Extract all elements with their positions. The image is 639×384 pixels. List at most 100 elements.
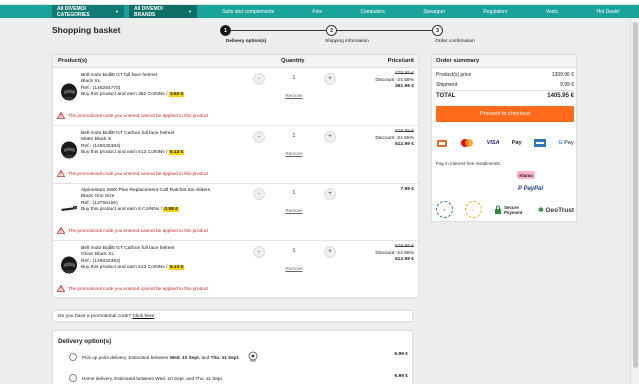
- proceed-to-checkout-button[interactable]: Proceed to checkout: [436, 106, 574, 122]
- price-block: 679.95 € Discount -24.55% 512.99 €: [375, 244, 414, 264]
- delivery-option-pickup[interactable]: Pick up point delivery. Estimated betwee…: [69, 351, 409, 363]
- final-price: 512.99 €: [394, 142, 414, 148]
- warning-icon: [57, 285, 65, 292]
- promo-warning-text: The promotional code you entered cannot …: [68, 228, 209, 233]
- decrease-quantity-button[interactable]: -: [253, 246, 265, 258]
- header-price: Price/unit: [387, 58, 414, 64]
- trust-badges: ★ ✓ Secure Payment ✱ GeoTrust: [436, 201, 574, 218]
- paypal-label: PayPal: [523, 186, 544, 192]
- nav-link[interactable]: Regulators: [483, 9, 507, 15]
- summary-divider: [436, 90, 574, 91]
- promo-warning: The promotional code you entered cannot …: [57, 227, 208, 234]
- step-connector: [231, 30, 326, 31]
- summary-total-label: TOTAL: [436, 93, 456, 99]
- warning-icon: [57, 112, 65, 119]
- nav-link[interactable]: Speargun: [423, 9, 445, 15]
- summary-shipping-label: Shipment: [436, 82, 458, 88]
- decrease-quantity-button[interactable]: -: [253, 188, 265, 200]
- product-image[interactable]: [60, 82, 78, 102]
- paysafecard-icon: [436, 138, 448, 148]
- quantity-value[interactable]: 1: [284, 75, 304, 81]
- promo-warning: The promotional code you entered cannot …: [57, 170, 208, 177]
- step-connector: [337, 30, 432, 31]
- coin-value-badge: 0.08 €: [163, 207, 179, 213]
- step-1-label: Delivery option(s): [225, 39, 267, 44]
- mastercard-icon: [460, 138, 474, 148]
- coinns-reward: Buy this product and earn 513 CoINNs / 5…: [81, 150, 185, 156]
- basket-header: Product(s) Quantity Price/unit: [53, 55, 418, 68]
- delivery-title: Delivery option(s): [58, 338, 112, 345]
- trust-badge-icon: ★: [436, 201, 453, 218]
- scrollbar-thumb[interactable]: [633, 22, 638, 368]
- page-scrollbar[interactable]: [630, 18, 639, 384]
- promo-warning: The promotional code you entered cannot …: [57, 112, 208, 119]
- nav-link[interactable]: Computers: [360, 9, 384, 15]
- remove-link[interactable]: Remove: [279, 151, 309, 156]
- promo-click-here-link[interactable]: Click here: [133, 314, 155, 319]
- delivery-option-text: Pick up point delivery. Estimated betwee…: [82, 354, 240, 360]
- basket-table: Product(s) Quantity Price/unit Bell moto…: [52, 54, 419, 298]
- trust-seal-icon: ✓: [465, 201, 483, 218]
- delivery-option-text: Home delivery. Estimated between Wed. 10…: [82, 375, 224, 381]
- all-brands-menu[interactable]: All DIVEMOI BRANDS ▼: [129, 5, 197, 18]
- promo-warning-text: The promotional code you entered cannot …: [68, 171, 209, 176]
- step-3-label: Order confirmation: [435, 39, 475, 44]
- old-price: 479.95 €: [394, 71, 414, 76]
- header-products: Product(s): [58, 58, 87, 64]
- increase-quantity-button[interactable]: +: [324, 131, 336, 143]
- basket-item: Alpinestars SMX Plus Replacement Calf Ra…: [53, 184, 418, 241]
- product-image[interactable]: [60, 197, 78, 217]
- price-block: 479.95 € Discount -24.58% 361.99 €: [375, 71, 414, 91]
- product-info: Alpinestars SMX Plus Replacement Calf Ra…: [81, 188, 210, 214]
- visa-icon: VISA: [486, 140, 500, 146]
- all-categories-menu[interactable]: All DIVEMOI CATEGORIES ▼: [52, 5, 124, 18]
- all-brands-label: All DIVEMOI BRANDS: [134, 5, 163, 18]
- price-block: 679.95 € Discount -24.55% 512.99 €: [375, 129, 414, 149]
- coinns-reward: Buy this product and earn 513 CoINNs / 5…: [81, 265, 185, 271]
- promo-warning: The promotional code you entered cannot …: [57, 285, 208, 292]
- step-2-circle: 2: [326, 25, 337, 36]
- decrease-quantity-button[interactable]: -: [253, 73, 265, 85]
- nav-links: Suits and complements Fins Computers Spe…: [197, 9, 639, 15]
- nav-link[interactable]: Suits and complements: [222, 9, 274, 15]
- increase-quantity-button[interactable]: +: [324, 188, 336, 200]
- promo-warning-text: The promotional code you entered cannot …: [68, 286, 209, 291]
- increase-quantity-button[interactable]: +: [324, 73, 336, 85]
- delivery-option-home[interactable]: Home delivery. Estimated between Wed. 10…: [69, 374, 409, 382]
- coin-value-badge: 5.13 €: [168, 265, 185, 271]
- radio-button[interactable]: [69, 353, 77, 361]
- final-price: 512.99 €: [394, 257, 414, 263]
- summary-total-value: 1405.95 €: [547, 93, 574, 99]
- category-navbar: All DIVEMOI CATEGORIES ▼ All DIVEMOI BRAN…: [0, 5, 639, 18]
- decrease-quantity-button[interactable]: -: [253, 131, 265, 143]
- pickup-point-icon: [248, 351, 257, 362]
- geotrust-logo: ✱ GeoTrust: [538, 206, 574, 214]
- chevron-down-icon: ▼: [188, 9, 192, 14]
- increase-quantity-button[interactable]: +: [324, 246, 336, 258]
- remove-link[interactable]: Remove: [279, 93, 309, 98]
- final-price: 7.99 €: [400, 187, 414, 192]
- radio-button[interactable]: [69, 374, 77, 382]
- delivery-options: Delivery option(s) Pick up point deliver…: [52, 330, 413, 384]
- product-image[interactable]: [60, 140, 78, 160]
- nav-link[interactable]: Vests: [546, 9, 558, 15]
- amex-icon: [534, 138, 547, 148]
- warning-icon: [57, 170, 65, 177]
- coinns-reward: Buy this product and earn 8 CoINNs / 0.0…: [81, 207, 179, 213]
- delivery-price-home: 9.99 €: [394, 374, 408, 379]
- step-2-label: Shipping information: [325, 39, 369, 44]
- promo-warning-text: The promotional code you entered cannot …: [68, 113, 209, 118]
- final-price: 361.99 €: [394, 84, 414, 90]
- chevron-down-icon: ▼: [115, 9, 119, 14]
- secure-payment-label: Secure Payment: [504, 204, 523, 215]
- nav-link[interactable]: Fins: [313, 9, 322, 15]
- quantity-value[interactable]: 1: [284, 248, 304, 254]
- quantity-value[interactable]: 1: [284, 190, 304, 196]
- remove-link[interactable]: Remove: [279, 208, 309, 213]
- quantity-value[interactable]: 1: [284, 133, 304, 139]
- product-image[interactable]: [60, 255, 78, 275]
- google-pay-icon: G Pay: [558, 140, 574, 146]
- remove-link[interactable]: Remove: [279, 266, 309, 271]
- apple-pay-icon: Pay: [511, 140, 522, 146]
- nav-link[interactable]: Hot Deals!: [596, 9, 619, 15]
